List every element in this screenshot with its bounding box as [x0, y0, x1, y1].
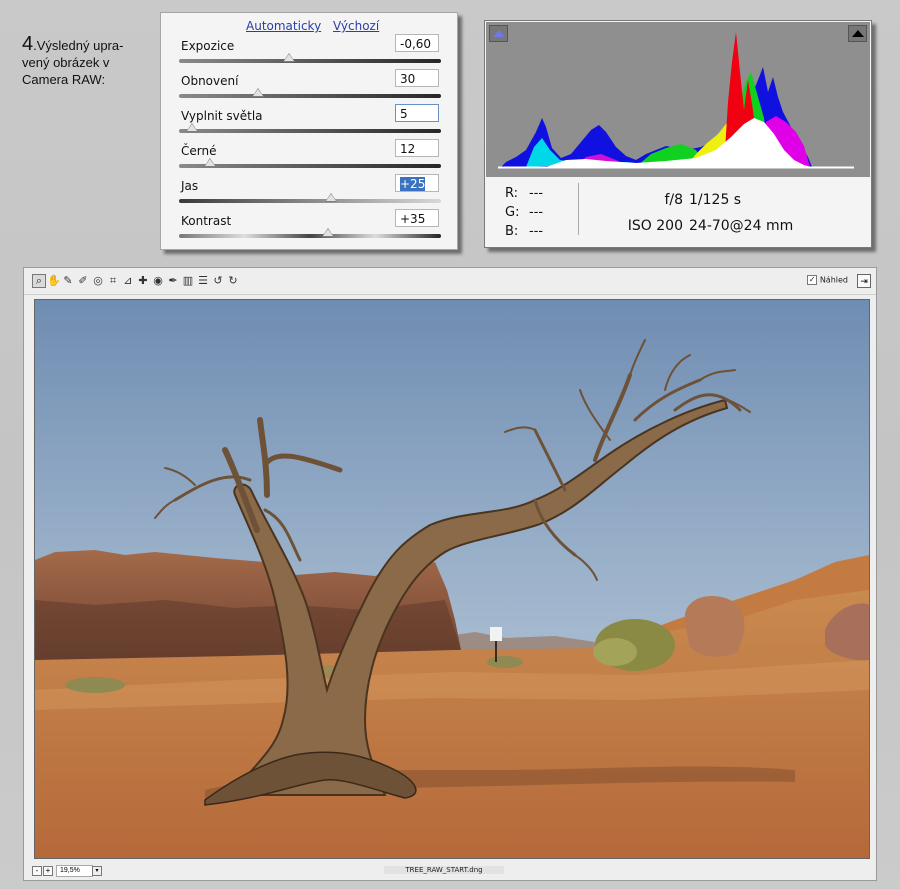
- photo-image: [35, 300, 869, 858]
- slider-thumb[interactable]: [283, 53, 296, 62]
- preview-checkbox[interactable]: ✓: [807, 275, 818, 285]
- iso: ISO 200: [627, 218, 683, 234]
- rgb-readout: R: --- G: --- B: ---: [505, 184, 543, 241]
- auto-link[interactable]: Automaticky: [246, 19, 321, 33]
- rgb-row-g: G: ---: [505, 203, 543, 222]
- target-adjust-icon[interactable]: ◎: [92, 275, 104, 287]
- channel-value: ---: [529, 186, 544, 201]
- slider-track[interactable]: [179, 199, 441, 203]
- spot-removal-icon[interactable]: ✚: [137, 275, 149, 287]
- zoom-level[interactable]: 19,5%: [56, 865, 93, 877]
- brightness-value: +25: [400, 177, 426, 191]
- hand-icon[interactable]: ✋: [47, 275, 61, 287]
- channel-value: ---: [529, 205, 544, 220]
- zoom-icon[interactable]: ⌕: [32, 274, 46, 288]
- rotate-right-icon[interactable]: ↻: [227, 275, 239, 287]
- contrast-value-field[interactable]: +35: [395, 209, 439, 227]
- brightness-value-field[interactable]: +25: [395, 174, 439, 192]
- caption-text: .Výsledný upra- vený obrázek v Camera RA…: [22, 38, 124, 87]
- graduated-filter-icon[interactable]: ▥: [182, 275, 194, 287]
- exposure-value: -0,60: [400, 37, 432, 51]
- contrast-value: +35: [400, 212, 426, 226]
- preview-label: Náhled: [819, 275, 848, 285]
- channel-label: G:: [505, 205, 520, 220]
- channel-value: ---: [529, 224, 544, 239]
- slider-thumb[interactable]: [204, 158, 217, 167]
- recovery-value-field[interactable]: 30: [395, 69, 439, 87]
- channel-label: B:: [505, 224, 519, 239]
- blacks-value: 12: [400, 142, 416, 156]
- adjustment-brush-icon[interactable]: ✒: [167, 275, 179, 287]
- rgb-row-b: B: ---: [505, 222, 543, 241]
- preview-toggle[interactable]: ✓ Náhled: [807, 275, 848, 285]
- status-bar: - + 19,5% ▾ TREE_RAW_START.dng: [24, 860, 876, 880]
- slider-track[interactable]: [179, 129, 441, 133]
- histogram-graph: [486, 22, 870, 177]
- basic-adjustments-panel: Automaticky Výchozí Expozice -0,60 Obnov…: [160, 12, 458, 250]
- slider-exposure: Expozice -0,60: [179, 34, 441, 73]
- red-eye-icon[interactable]: ◉: [152, 275, 164, 287]
- photo-preview[interactable]: [34, 299, 870, 859]
- slider-track[interactable]: [179, 59, 441, 63]
- exif-row-exposure: f/8 1/125 s: [593, 187, 863, 213]
- slider-blacks: Černé 12: [179, 139, 441, 178]
- histogram-svg: [498, 32, 854, 169]
- aperture: f/8: [664, 192, 683, 208]
- shadow-clipping-icon[interactable]: [489, 25, 508, 42]
- white-balance-icon[interactable]: ✎: [62, 275, 74, 287]
- lens-focal: 24-70@24 mm: [689, 218, 794, 234]
- recovery-value: 30: [400, 72, 416, 86]
- camera-raw-editor: ✓ Náhled ⇥ ⌕ ✋ ✎ ✐ ◎ ⌗ ⊿ ✚ ◉ ✒ ▥ ☰ ↺ ↻ -…: [23, 267, 877, 881]
- exif-row-lens: ISO 200 24-70@24 mm: [593, 213, 863, 239]
- blacks-value-field[interactable]: 12: [395, 139, 439, 157]
- slider-brightness: Jas +25: [179, 174, 441, 213]
- fill-light-value: 5: [400, 107, 408, 121]
- zoom-in-button[interactable]: +: [43, 866, 53, 876]
- slider-label: Černé: [181, 144, 217, 158]
- slider-label: Expozice: [181, 39, 235, 53]
- zoom-out-button[interactable]: -: [32, 866, 42, 876]
- slider-label: Jas: [181, 179, 199, 193]
- crop-icon[interactable]: ⌗: [107, 275, 119, 287]
- color-sampler-icon[interactable]: ✐: [77, 275, 89, 287]
- zoom-dropdown-icon[interactable]: ▾: [92, 866, 102, 876]
- rotate-left-icon[interactable]: ↺: [212, 275, 224, 287]
- toolbar: ✓ Náhled ⇥ ⌕ ✋ ✎ ✐ ◎ ⌗ ⊿ ✚ ◉ ✒ ▥ ☰ ↺ ↻: [24, 268, 876, 295]
- channel-label: R:: [505, 186, 519, 201]
- slider-label: Obnovení: [181, 74, 239, 88]
- slider-thumb[interactable]: [322, 228, 335, 237]
- slider-fill-light: Vyplnit světla 5: [179, 104, 441, 143]
- slider-track[interactable]: [179, 94, 441, 98]
- step-number: 4: [22, 33, 34, 55]
- slider-contrast: Kontrast +35: [179, 209, 441, 248]
- fullscreen-icon[interactable]: ⇥: [857, 274, 871, 288]
- highlight-clipping-icon[interactable]: [848, 25, 867, 42]
- straighten-icon[interactable]: ⊿: [122, 275, 134, 287]
- shutter-speed: 1/125 s: [689, 192, 742, 208]
- exposure-value-field[interactable]: -0,60: [395, 34, 439, 52]
- divider: [578, 183, 579, 235]
- step-caption: 4.Výsledný upra- vený obrázek v Camera R…: [22, 33, 152, 88]
- slider-track[interactable]: [179, 164, 441, 168]
- slider-recovery: Obnovení 30: [179, 69, 441, 108]
- histogram-panel: R: --- G: --- B: --- f/8 1/125 s ISO 200 24…: [484, 20, 872, 248]
- slider-label: Kontrast: [181, 214, 232, 228]
- rgb-row-r: R: ---: [505, 184, 543, 203]
- slider-label: Vyplnit světla: [181, 109, 263, 123]
- preferences-icon[interactable]: ☰: [197, 275, 209, 287]
- slider-thumb[interactable]: [251, 88, 264, 97]
- slider-thumb[interactable]: [186, 123, 199, 132]
- fill-light-value-field[interactable]: 5: [395, 104, 439, 122]
- slider-track[interactable]: [179, 234, 441, 238]
- filename: TREE_RAW_START.dng: [384, 866, 504, 874]
- exif-info: f/8 1/125 s ISO 200 24-70@24 mm: [593, 187, 863, 239]
- default-link[interactable]: Výchozí: [333, 19, 379, 33]
- slider-thumb[interactable]: [324, 193, 337, 202]
